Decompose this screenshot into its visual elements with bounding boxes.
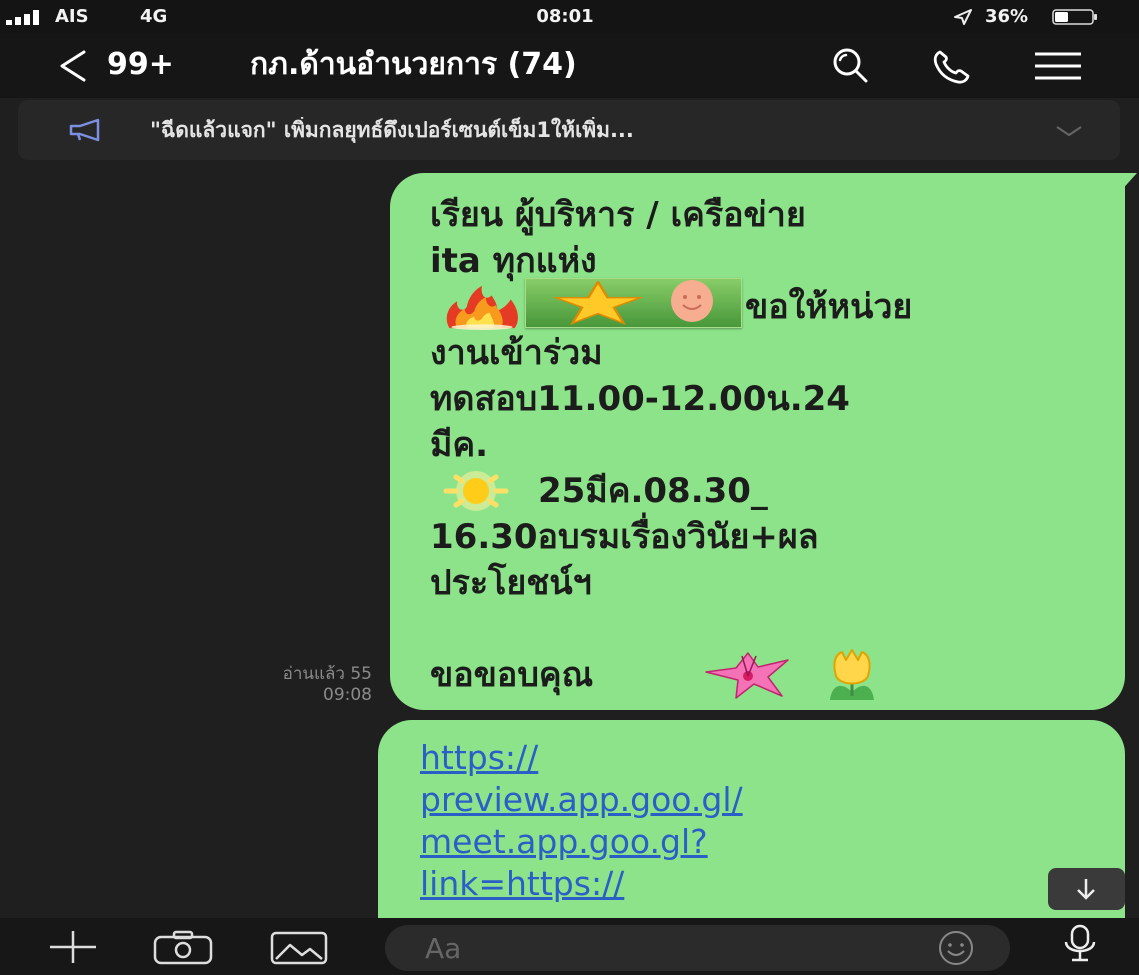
microphone-icon[interactable] <box>1058 924 1102 968</box>
battery-percent: 36% <box>985 6 1029 27</box>
arrow-down-icon <box>1077 879 1095 900</box>
sun-emoji <box>443 471 509 511</box>
star-smiley-graphic <box>554 280 713 325</box>
megaphone-icon <box>69 118 100 142</box>
status-bar: AIS 4G 08:01 36% <box>0 0 1139 34</box>
chevron-down-icon[interactable] <box>1054 124 1084 138</box>
message-line-with-icons: 25มีค.08.30_ <box>430 468 1115 514</box>
fire-emoji <box>446 285 518 330</box>
link-text[interactable]: link=https:// <box>420 863 1110 905</box>
message-time: 09:08 <box>323 685 372 705</box>
message-text: เรียน ผู้บริหาร / เครือข่าย ita ทุกแห่ง <box>430 192 1115 702</box>
read-count: อ่านแล้ว 55 <box>282 664 372 684</box>
composer-bar <box>0 918 1139 975</box>
signal-bars-icon <box>6 10 39 25</box>
clock: 08:01 <box>536 6 594 27</box>
message-line: เรียน ผู้บริหาร / เครือข่าย <box>430 195 806 235</box>
message-link[interactable]: https:// preview.app.goo.gl/ meet.app.go… <box>420 737 1110 905</box>
message-line: ทดสอบ11.00-12.00น.24 <box>430 379 850 419</box>
message-line: ขอขอบคุณ <box>430 655 594 695</box>
link-text[interactable]: preview.app.goo.gl/ <box>420 779 1110 821</box>
chat-header: 99+ กภ.ด้านอำนวยการ (74) <box>0 34 1139 98</box>
message-line-with-icons: ขอให้หน่วย <box>430 278 1115 330</box>
message-line-with-icons: ขอขอบคุณ <box>430 649 1115 700</box>
battery-fill <box>1055 12 1068 22</box>
scroll-to-bottom-button[interactable] <box>1048 868 1125 910</box>
message-input[interactable] <box>385 925 1010 971</box>
link-text[interactable]: https:// <box>420 737 1110 779</box>
network-label: 4G <box>140 6 168 27</box>
message-line: 16.30อบรมเรื่องวินัย+ผล <box>430 517 819 557</box>
phone-icon[interactable] <box>930 48 974 86</box>
carrier-label: AIS <box>55 6 89 27</box>
yellow-tulip-emoji <box>830 649 874 700</box>
back-unread-count[interactable]: 99+ <box>107 46 174 84</box>
star-smiley-sticker <box>525 278 742 328</box>
message-bubble[interactable]: เรียน ผู้บริหาร / เครือข่าย ita ทุกแห่ง <box>390 173 1125 710</box>
message-line: ประโยชน์ฯ <box>430 563 592 603</box>
message-line: งานเข้าร่วม <box>430 333 603 373</box>
back-chevron-icon[interactable] <box>58 50 88 82</box>
image-icon[interactable] <box>270 931 328 965</box>
emoji-icon[interactable] <box>936 928 976 968</box>
battery-icon <box>1052 9 1097 25</box>
menu-icon[interactable] <box>1033 50 1083 84</box>
pink-flower-emoji <box>705 652 789 699</box>
camera-icon[interactable] <box>152 929 214 965</box>
read-receipt: อ่านแล้ว 55 09:08 <box>283 664 372 706</box>
message-line: มีค. <box>430 425 489 465</box>
announcement-text: "ฉีดแล้วแจก" เพิ่มกลยุทธ์ดึงเปอร์เซนต์เข… <box>150 118 634 142</box>
link-text[interactable]: meet.app.goo.gl? <box>420 821 1110 863</box>
plus-icon[interactable] <box>40 929 106 965</box>
chat-title[interactable]: กภ.ด้านอำนวยการ (74) <box>250 46 577 84</box>
announcement-bar[interactable]: "ฉีดแล้วแจก" เพิ่มกลยุทธ์ดึงเปอร์เซนต์เข… <box>18 100 1120 160</box>
message-bubble[interactable]: https:// preview.app.goo.gl/ meet.app.go… <box>378 720 1125 950</box>
search-icon[interactable] <box>830 46 870 86</box>
location-arrow-icon <box>954 9 972 25</box>
